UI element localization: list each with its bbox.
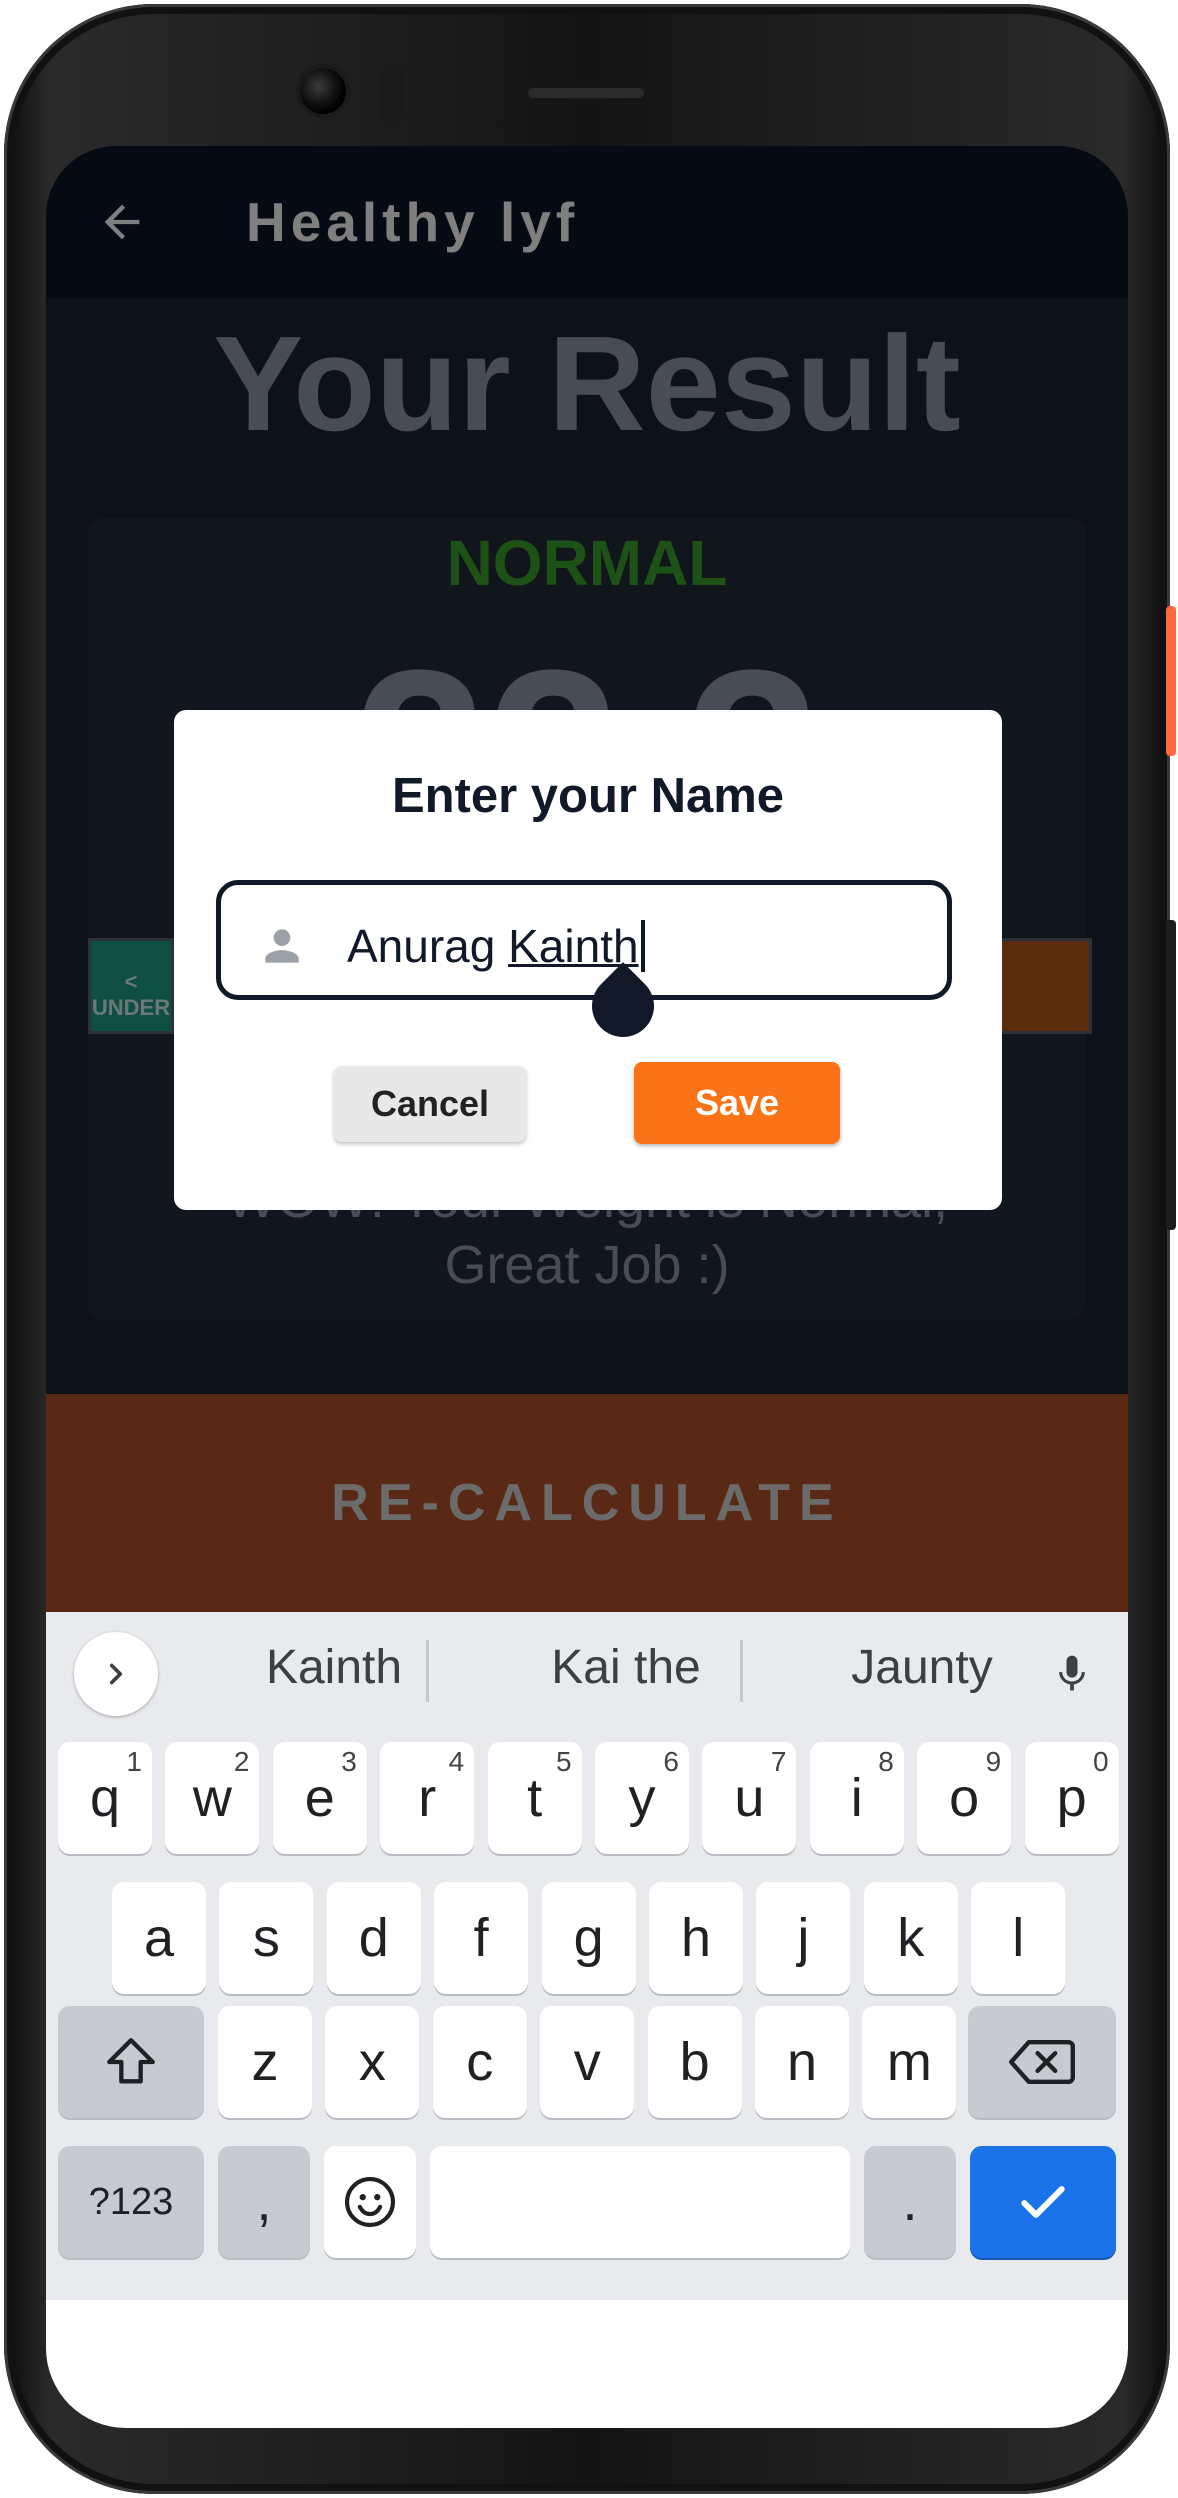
cancel-button[interactable]: Cancel [334, 1066, 526, 1142]
key-number-hint: 3 [341, 1746, 357, 1777]
key-label: r [418, 1768, 437, 1828]
name-input-value: Anurag Kainth [347, 919, 645, 973]
person-icon [265, 929, 299, 963]
screen: Healthy lyf Your Result NORMAL 22.3 < UN… [46, 146, 1128, 2428]
space-key[interactable] [430, 2146, 850, 2258]
suggestion-3[interactable]: Jaunty [782, 1640, 1062, 1695]
key-label: p [1056, 1768, 1087, 1828]
key-p[interactable]: p0 [1024, 1742, 1119, 1854]
chevron-right-icon [109, 1663, 123, 1685]
front-camera [300, 68, 346, 114]
key-number-hint: 5 [556, 1746, 572, 1777]
name-input[interactable]: Anurag Kainth [216, 880, 952, 1000]
suggestion-strip: Kainth Kai the Jaunty [46, 1612, 1128, 1728]
key-number-hint: 4 [448, 1746, 465, 1777]
key-j[interactable]: j [756, 1882, 851, 1994]
key-r[interactable]: r4 [380, 1742, 475, 1854]
suggestion-divider [740, 1640, 743, 1702]
key-u[interactable]: u7 [702, 1742, 797, 1854]
key-b[interactable]: b [647, 2006, 742, 2118]
proximity-sensor [380, 66, 404, 122]
text-caret [640, 920, 645, 972]
shift-key[interactable] [58, 2006, 204, 2118]
shift-arrow-icon [107, 2038, 155, 2084]
period-key[interactable]: . [864, 2146, 956, 2258]
key-number-hint: 1 [126, 1746, 142, 1777]
key-d[interactable]: d [326, 1882, 421, 1994]
key-number-hint: 2 [233, 1746, 250, 1777]
key-label: t [527, 1768, 543, 1828]
earpiece-speaker [526, 86, 646, 100]
key-i[interactable]: i8 [809, 1742, 904, 1854]
key-z[interactable]: z [218, 2006, 312, 2118]
key-m[interactable]: m [862, 2006, 957, 2118]
key-n[interactable]: n [755, 2006, 849, 2118]
key-number-hint: 7 [770, 1746, 787, 1777]
key-label: y [628, 1768, 656, 1828]
suggestion-1[interactable]: Kainth [194, 1640, 474, 1695]
key-label: w [192, 1768, 232, 1828]
expand-toolbar-button[interactable] [74, 1632, 158, 1716]
key-number-hint: 8 [878, 1746, 894, 1777]
name-value-plain: Anurag [347, 920, 509, 972]
key-label: q [89, 1768, 121, 1828]
key-x[interactable]: x [325, 2006, 420, 2118]
key-w[interactable]: w2 [165, 1742, 260, 1854]
key-a[interactable]: a [112, 1882, 206, 1994]
key-label: o [949, 1768, 980, 1828]
key-v[interactable]: v [540, 2006, 635, 2118]
key-number-hint: 0 [1093, 1746, 1109, 1777]
comma-key[interactable]: , [218, 2146, 310, 2258]
key-e[interactable]: e3 [272, 1742, 367, 1854]
key-k[interactable]: k [863, 1882, 958, 1994]
backspace-key[interactable] [968, 2006, 1116, 2118]
navigation-area [46, 2300, 1128, 2428]
key-label: i [850, 1768, 863, 1828]
enter-key[interactable] [970, 2146, 1116, 2258]
key-label: u [734, 1768, 765, 1828]
key-f[interactable]: f [434, 1882, 529, 1994]
key-g[interactable]: g [541, 1882, 636, 1994]
key-label: e [304, 1768, 335, 1828]
suggestion-2[interactable]: Kai the [486, 1640, 766, 1695]
key-h[interactable]: h [649, 1882, 743, 1994]
key-c[interactable]: c [432, 2006, 527, 2118]
key-o[interactable]: o9 [917, 1742, 1012, 1854]
emoji-icon [344, 2176, 396, 2228]
key-number-hint: 6 [663, 1746, 679, 1777]
key-t[interactable]: t5 [487, 1742, 582, 1854]
volume-button [1166, 606, 1176, 756]
key-s[interactable]: s [219, 1882, 314, 1994]
backspace-icon [1009, 2040, 1075, 2084]
key-q[interactable]: q1 [58, 1742, 152, 1854]
microphone-icon[interactable] [1050, 1644, 1094, 1704]
suggestion-divider [426, 1640, 429, 1702]
soft-keyboard: Kainth Kai the Jaunty ?123 , . q 1 w 2 e… [46, 1612, 1128, 2300]
save-button[interactable]: Save [634, 1062, 840, 1144]
key-l[interactable]: l [971, 1882, 1066, 1994]
dialog-title: Enter your Name [391, 769, 785, 823]
symbols-key[interactable]: ?123 [58, 2146, 204, 2258]
key-number-hint: 9 [985, 1746, 1002, 1777]
emoji-key[interactable] [324, 2146, 416, 2258]
key-y[interactable]: y6 [595, 1742, 689, 1854]
power-button [1166, 920, 1176, 1230]
name-dialog: Enter your Name Anurag Kainth Cancel Sav… [174, 710, 1002, 1210]
checkmark-icon [1021, 2186, 1065, 2218]
